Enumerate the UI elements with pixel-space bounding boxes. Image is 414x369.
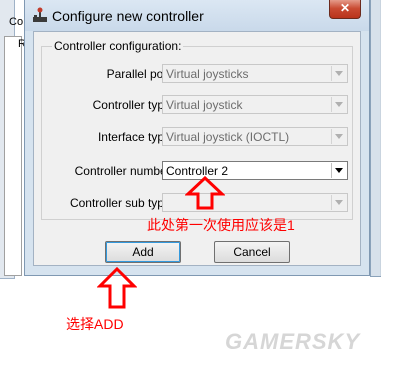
up-arrow-icon [97, 267, 137, 309]
group-title: Controller configuration: [52, 39, 184, 53]
dropdown-arrow-icon [331, 97, 346, 112]
interface-type-value: Virtual joystick (IOCTL) [166, 130, 290, 144]
close-button[interactable]: ✕ [329, 0, 361, 19]
dropdown-arrow-icon [331, 129, 346, 144]
dropdown-arrow-icon [331, 195, 346, 210]
controller-sub-type-label: Controller sub type: [69, 196, 174, 210]
annotation-controller-note: 此处第一次使用应该是1 [147, 217, 295, 233]
dialog-title: Configure new controller [52, 8, 204, 24]
close-icon: ✕ [339, 1, 351, 15]
parallel-port-select: Virtual joysticks [162, 64, 348, 83]
dropdown-arrow-icon [331, 66, 346, 81]
watermark: GAMERSKY [225, 329, 361, 354]
background-window-edge [380, 0, 381, 276]
dropdown-arrow-icon[interactable] [331, 163, 346, 178]
controller-type-value: Virtual joystick [166, 98, 243, 112]
cancel-button[interactable]: Cancel [214, 241, 290, 263]
controller-type-select: Virtual joystick [162, 95, 348, 114]
dialog-titlebar[interactable]: Configure new controller ✕ [25, 0, 369, 31]
parallel-port-value: Virtual joysticks [166, 67, 249, 81]
background-window: Co R [0, 0, 26, 279]
annotation-add-note: 选择ADD [66, 316, 124, 332]
background-label: Co [9, 16, 24, 28]
app-icon [32, 7, 48, 23]
interface-type-select: Virtual joystick (IOCTL) [162, 127, 348, 146]
controller-number-label: Controller number: [74, 164, 174, 178]
add-button[interactable]: Add [105, 241, 181, 263]
up-arrow-icon [185, 176, 225, 210]
background-panel [4, 36, 22, 276]
